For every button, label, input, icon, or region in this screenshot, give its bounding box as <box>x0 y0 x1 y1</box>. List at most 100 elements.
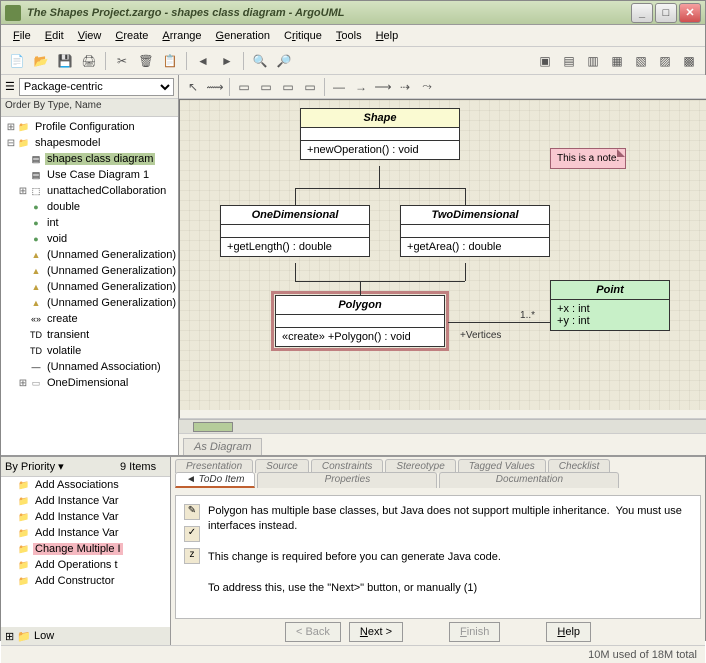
assoc-tool-icon[interactable]: ⟶ <box>373 77 393 97</box>
assoc-tool-icon[interactable]: ⇢ <box>395 77 415 97</box>
tab-presentation[interactable]: Presentation <box>175 459 253 473</box>
todo-item[interactable]: 📁Change Multiple I <box>1 541 170 557</box>
todo-list[interactable]: 📁Add Associations📁Add Instance Var📁Add I… <box>1 477 170 627</box>
class-tool-icon[interactable]: ▭ <box>256 77 276 97</box>
new-icon[interactable]: 📄 <box>7 51 27 71</box>
as-diagram-tab[interactable]: As Diagram <box>183 438 262 455</box>
help-button[interactable]: Help <box>546 622 591 642</box>
tab-stereotype[interactable]: Stereotype <box>385 459 455 473</box>
menu-view[interactable]: View <box>72 28 108 44</box>
nav-fwd-icon[interactable]: ► <box>217 51 237 71</box>
class-tool-icon[interactable]: ▭ <box>300 77 320 97</box>
todo-item[interactable]: 📁Add Instance Var <box>1 525 170 541</box>
class-tool-icon[interactable]: ▭ <box>234 77 254 97</box>
zoom-icon[interactable]: 🔎 <box>274 51 294 71</box>
uml-note[interactable]: This is a note. <box>550 148 626 169</box>
perspective-icon[interactable]: ☰ <box>5 80 15 93</box>
print-icon[interactable]: 🖨 <box>79 51 99 71</box>
delete-icon[interactable]: 🗑 <box>136 51 156 71</box>
diagram-tool-icon[interactable]: ▧ <box>631 51 651 71</box>
title-bar: The Shapes Project.zargo - shapes class … <box>1 1 705 25</box>
tree-item[interactable]: «»create <box>1 311 178 327</box>
tree-item[interactable]: ●double <box>1 199 178 215</box>
menu-edit[interactable]: Edit <box>39 28 70 44</box>
snooze-icon[interactable]: z <box>184 548 200 564</box>
diagram-tool-icon[interactable]: ▩ <box>679 51 699 71</box>
back-button[interactable]: < Back <box>285 622 341 642</box>
diagram-canvas-scroll[interactable]: Shape +newOperation() : void OneDimensio… <box>179 99 706 419</box>
minimize-button[interactable]: _ <box>631 3 653 23</box>
class-tool-icon[interactable]: ▭ <box>278 77 298 97</box>
menu-critique[interactable]: Critique <box>278 28 328 44</box>
save-icon[interactable]: 💾 <box>55 51 75 71</box>
tree-item[interactable]: ●void <box>1 231 178 247</box>
menu-file[interactable]: File <box>7 28 37 44</box>
tree-item[interactable]: —(Unnamed Association) <box>1 359 178 375</box>
tree-item[interactable]: TDtransient <box>1 327 178 343</box>
diagram-tool-icon[interactable]: ▥ <box>583 51 603 71</box>
tree-item[interactable]: ⊟📁shapesmodel <box>1 135 178 151</box>
todo-item[interactable]: 📁Add Constructor <box>1 573 170 589</box>
tree-item[interactable]: ▲(Unnamed Generalization) <box>1 279 178 295</box>
todo-item[interactable]: 📁Add Instance Var <box>1 493 170 509</box>
cut-icon[interactable]: ✂ <box>112 51 132 71</box>
tab-checklist[interactable]: Checklist <box>548 459 611 473</box>
tab-properties[interactable]: Properties <box>257 472 437 488</box>
next-button[interactable]: Next > <box>349 622 403 642</box>
finish-button[interactable]: Finish <box>449 622 500 642</box>
menu-help[interactable]: Help <box>370 28 405 44</box>
todo-item[interactable]: 📁Add Operations t <box>1 557 170 573</box>
close-button[interactable]: ✕ <box>679 3 701 23</box>
todo-filter-select[interactable]: By Priority ▾ <box>1 460 120 473</box>
tree-item[interactable]: ⊞📁Profile Configuration <box>1 119 178 135</box>
model-tree[interactable]: ⊞📁Profile Configuration⊟📁shapesmodel ▤sh… <box>1 117 178 455</box>
diagram-tool-icon[interactable]: ▤ <box>559 51 579 71</box>
uml-class-polygon[interactable]: Polygon «create» +Polygon() : void <box>275 295 445 347</box>
diagram-tool-icon[interactable]: ▣ <box>535 51 555 71</box>
assoc-tool-icon[interactable]: ⤳ <box>417 77 437 97</box>
maximize-button[interactable]: □ <box>655 3 677 23</box>
tab-constraints[interactable]: Constraints <box>311 459 384 473</box>
tree-item[interactable]: ▲(Unnamed Generalization) <box>1 295 178 311</box>
menu-tools[interactable]: Tools <box>330 28 368 44</box>
horizontal-scrollbar[interactable] <box>179 419 706 433</box>
find-icon[interactable]: 🔍 <box>250 51 270 71</box>
tree-item[interactable]: ▤shapes class diagram <box>1 151 178 167</box>
select-tool-icon[interactable]: ↖ <box>183 77 203 97</box>
tree-item[interactable]: ▲(Unnamed Generalization) <box>1 263 178 279</box>
paste-icon[interactable]: 📋 <box>160 51 180 71</box>
uml-class-onedimensional[interactable]: OneDimensional +getLength() : double <box>220 205 370 257</box>
nav-back-icon[interactable]: ◄ <box>193 51 213 71</box>
diagram-tool-icon[interactable]: ▦ <box>607 51 627 71</box>
assoc-tool-icon[interactable]: → <box>351 77 371 97</box>
new-todo-icon[interactable]: ✎ <box>184 504 200 520</box>
order-label[interactable]: Order By Type, Name <box>1 99 178 117</box>
todo-item[interactable]: 📁Add Associations <box>1 477 170 493</box>
critique-text: Polygon has multiple base classes, but J… <box>208 504 692 610</box>
broom-tool-icon[interactable]: ⟿ <box>205 77 225 97</box>
assoc-tool-icon[interactable]: — <box>329 77 349 97</box>
uml-class-point[interactable]: Point +x : int +y : int <box>550 280 670 331</box>
tree-item[interactable]: ●int <box>1 215 178 231</box>
uml-class-shape[interactable]: Shape +newOperation() : void <box>300 108 460 160</box>
todo-item[interactable]: 📁Add Instance Var <box>1 509 170 525</box>
tree-item[interactable]: ⊞⬚unattachedCollaboration <box>1 183 178 199</box>
uml-class-twodimensional[interactable]: TwoDimensional +getArea() : double <box>400 205 550 257</box>
tab-source[interactable]: Source <box>255 459 309 473</box>
menu-generation[interactable]: Generation <box>210 28 276 44</box>
tree-item[interactable]: ▲(Unnamed Generalization) <box>1 247 178 263</box>
menu-create[interactable]: Create <box>109 28 154 44</box>
perspective-select[interactable]: Package-centric <box>19 78 174 96</box>
tree-item[interactable]: TDvolatile <box>1 343 178 359</box>
tab-documentation[interactable]: Documentation <box>439 472 619 488</box>
tab-tagged-values[interactable]: Tagged Values <box>458 459 546 473</box>
diagram-tool-icon[interactable]: ▨ <box>655 51 675 71</box>
tree-item[interactable]: ⊞▭OneDimensional <box>1 375 178 391</box>
open-icon[interactable]: 📂 <box>31 51 51 71</box>
resolve-icon[interactable]: ✓ <box>184 526 200 542</box>
menu-arrange[interactable]: Arrange <box>156 28 207 44</box>
folder-icon: 📁 <box>17 495 31 507</box>
diagram-canvas[interactable]: Shape +newOperation() : void OneDimensio… <box>180 100 706 410</box>
tree-item[interactable]: ▤Use Case Diagram 1 <box>1 167 178 183</box>
tab-todo-item[interactable]: ◄ ToDo Item <box>175 472 255 488</box>
